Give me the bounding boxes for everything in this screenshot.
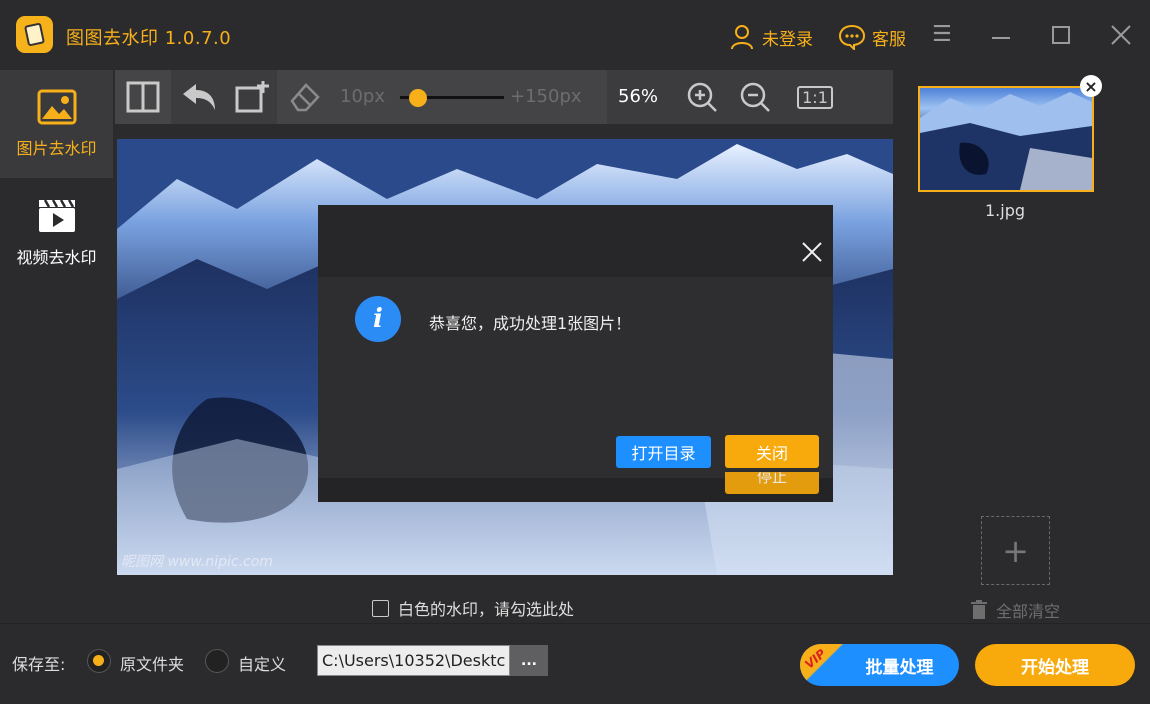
minimize-icon[interactable] [991,24,1011,51]
app-window: 图图去水印 1.0.7.0 未登录 客服 ☰ 图片去水印 视频去水印 1:1 1… [0,0,1150,704]
user-icon [731,25,753,50]
title-bar: 图图去水印 1.0.7.0 未登录 客服 ☰ [0,0,1150,70]
split-view-icon [126,81,160,113]
start-process-button[interactable]: 开始处理 [975,644,1135,686]
add-file-button[interactable]: + [981,516,1050,585]
sidebar-item-label: 视频去水印 [16,248,97,267]
info-icon: i [355,296,401,342]
login-button[interactable]: 未登录 [730,24,813,50]
checkbox-box[interactable] [372,599,389,617]
save-to-label: 保存至: [12,655,66,674]
customer-service-button[interactable]: 客服 [838,24,906,50]
sidebar: 图片去水印 视频去水印 [0,70,113,623]
close-window-icon[interactable] [1110,24,1132,51]
white-watermark-checkbox[interactable]: 白色的水印，请勾选此处 [372,596,574,620]
zoom-in-button[interactable] [682,70,722,124]
remove-file-icon[interactable]: × [1080,75,1102,97]
stop-button[interactable]: 停止 [725,472,819,494]
app-title: 图图去水印 1.0.7.0 [66,28,232,49]
dialog-header [318,229,833,277]
batch-process-button[interactable]: VIP 批量处理 [800,644,959,686]
editor-toolbar: 1:1 [115,70,893,124]
dialog-close-icon[interactable] [800,240,824,264]
browse-button[interactable]: ... [510,645,548,676]
service-label: 客服 [872,29,906,50]
file-name: 1.jpg [985,201,1026,220]
maximize-icon[interactable] [1051,24,1071,51]
chat-bubble-icon [838,24,866,50]
trash-icon [971,600,987,619]
zoom-level: 56% [618,86,659,107]
clear-all-button[interactable]: 全部清空 [970,598,1060,622]
app-logo-icon [16,16,53,53]
image-watermark-text: 昵图网 www.nipic.com [121,554,273,570]
white-watermark-label: 白色的水印，请勾选此处 [398,600,575,619]
split-view-button[interactable] [115,70,171,124]
dialog-message: 恭喜您，成功处理1张图片！ [429,314,632,333]
clear-all-label: 全部清空 [996,602,1061,621]
undo-icon [183,84,215,110]
sidebar-item-video-watermark[interactable]: 视频去水印 [0,178,113,286]
file-thumbnail[interactable] [918,86,1094,192]
brush-size-slider-handle[interactable] [408,89,427,107]
eraser-icon [290,83,320,112]
radio-custom-folder-label: 自定义 [238,655,287,674]
undo-button[interactable] [171,70,227,124]
sidebar-item-label: 图片去水印 [16,139,97,158]
dialog-close-button[interactable]: 关闭 [725,435,819,468]
sidebar-item-image-watermark[interactable]: 图片去水印 [0,70,113,178]
video-clapper-icon [38,199,75,232]
save-path-field[interactable]: C:\Users\10352\Desktc [317,645,510,676]
zoom-out-button[interactable] [735,70,775,124]
batch-process-label: 批量处理 [865,657,934,678]
zoom-out-icon [740,82,770,112]
brush-max-label: +150px [510,86,582,107]
image-icon [37,89,76,125]
radio-original-folder-label: 原文件夹 [120,655,185,674]
selection-rect-icon [235,81,269,113]
radio-original-folder[interactable] [87,649,111,673]
menu-icon[interactable]: ☰ [932,24,952,46]
crop-select-button[interactable] [227,70,277,124]
open-folder-button[interactable]: 打开目录 [616,436,711,468]
eraser-button[interactable] [285,70,325,124]
actual-size-label: 1:1 [797,85,833,109]
plus-icon: + [1002,531,1029,570]
thumbnail-image [920,92,1092,190]
actual-size-button[interactable]: 1:1 [794,70,836,124]
radio-custom-folder[interactable] [205,649,229,673]
login-label: 未登录 [762,29,813,50]
brush-min-label: 10px [340,86,385,107]
zoom-in-icon [687,82,717,112]
